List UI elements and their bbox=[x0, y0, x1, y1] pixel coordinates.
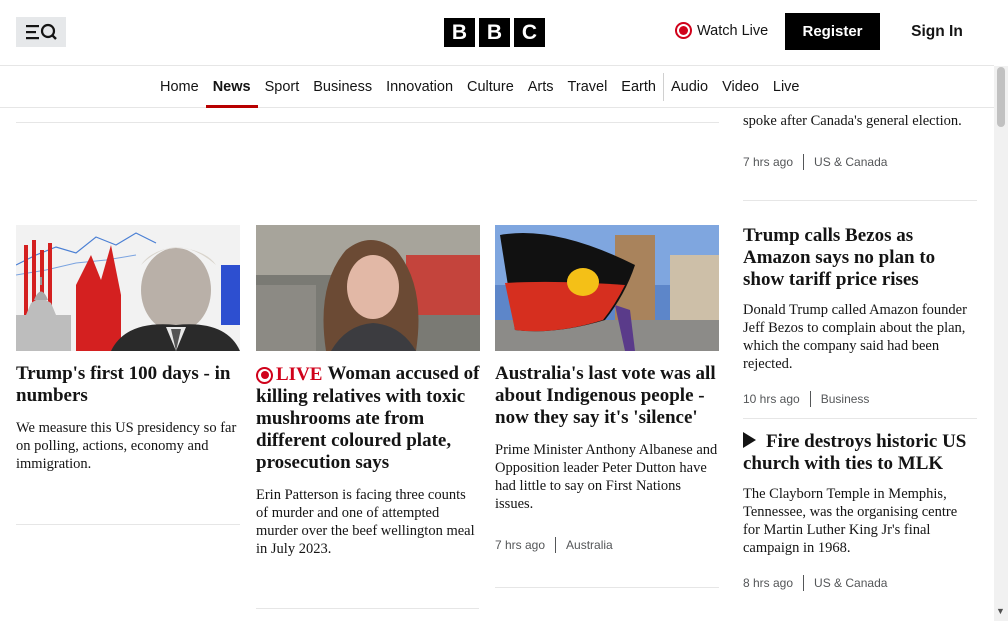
bbc-logo[interactable]: B B C bbox=[444, 18, 545, 47]
divider bbox=[743, 200, 977, 201]
nav-item-business[interactable]: Business bbox=[306, 66, 379, 108]
divider bbox=[743, 418, 977, 419]
live-badge: LIVE bbox=[256, 364, 322, 386]
divider bbox=[256, 608, 479, 609]
story-headline-text: Fire destroys historic US church with ti… bbox=[743, 431, 967, 474]
story-meta: 8 hrs ago US & Canada bbox=[743, 575, 977, 591]
story-section-link[interactable]: Australia bbox=[566, 538, 613, 552]
story-image-erin-patterson[interactable] bbox=[256, 225, 480, 351]
nav-item-earth[interactable]: Earth bbox=[614, 66, 663, 108]
scrollbar-thumb[interactable] bbox=[997, 67, 1005, 127]
story-meta: 7 hrs ago US & Canada bbox=[743, 154, 977, 170]
story-timestamp: 10 hrs ago bbox=[743, 392, 800, 406]
story-item[interactable]: spoke after Canada's general election. 7… bbox=[743, 112, 977, 170]
site-header: B B C Watch Live Register Sign In bbox=[0, 0, 994, 66]
story-section-link[interactable]: US & Canada bbox=[814, 576, 887, 590]
nav-item-video[interactable]: Video bbox=[715, 66, 766, 108]
play-icon bbox=[743, 432, 756, 448]
live-label: LIVE bbox=[276, 364, 323, 385]
nav-item-news[interactable]: News bbox=[205, 66, 258, 108]
story-card[interactable]: LIVE Woman accused of killing relatives w… bbox=[256, 225, 480, 558]
menu-search-icon bbox=[26, 23, 57, 40]
divider bbox=[495, 587, 719, 588]
register-button[interactable]: Register bbox=[785, 13, 880, 50]
story-timestamp: 7 hrs ago bbox=[495, 538, 546, 552]
story-card[interactable]: Trump's first 100 days - in numbers We m… bbox=[16, 225, 240, 473]
story-item[interactable]: Trump calls Bezos as Amazon says no plan… bbox=[743, 225, 977, 407]
live-icon bbox=[256, 366, 273, 384]
scroll-down-arrow-icon[interactable]: ▼ bbox=[996, 606, 1005, 616]
story-summary: Prime Minister Anthony Albanese and Oppo… bbox=[495, 442, 718, 512]
story-headline[interactable]: LIVE Woman accused of killing relatives w… bbox=[256, 363, 480, 474]
divider bbox=[16, 122, 719, 123]
story-summary: Erin Patterson is facing three counts of… bbox=[256, 487, 475, 557]
story-timestamp: 7 hrs ago bbox=[743, 155, 794, 169]
page-scrollbar[interactable] bbox=[994, 66, 1008, 621]
story-summary: Donald Trump called Amazon founder Jeff … bbox=[743, 302, 967, 372]
story-headline[interactable]: Trump calls Bezos as Amazon says no plan… bbox=[743, 225, 977, 291]
meta-separator bbox=[555, 537, 557, 553]
watch-live-label: Watch Live bbox=[697, 22, 769, 39]
nav-item-audio[interactable]: Audio bbox=[664, 66, 715, 108]
story-summary: spoke after Canada's general election. bbox=[743, 113, 962, 129]
story-headline[interactable]: Fire destroys historic US church with ti… bbox=[743, 431, 977, 475]
story-item[interactable]: Fire destroys historic US church with ti… bbox=[743, 431, 977, 591]
menu-search-button[interactable] bbox=[16, 17, 66, 47]
meta-separator bbox=[803, 154, 805, 170]
story-card[interactable]: Australia's last vote was all about Indi… bbox=[495, 225, 719, 553]
logo-letter: B bbox=[444, 18, 475, 47]
story-image-trump[interactable] bbox=[16, 225, 240, 351]
sign-in-button[interactable]: Sign In bbox=[896, 13, 978, 50]
meta-separator bbox=[809, 391, 811, 407]
story-timestamp: 8 hrs ago bbox=[743, 576, 794, 590]
logo-letter: C bbox=[514, 18, 545, 47]
logo-letter: B bbox=[479, 18, 510, 47]
story-image-aboriginal-flag[interactable] bbox=[495, 225, 719, 351]
story-section-link[interactable]: Business bbox=[821, 392, 870, 406]
nav-item-travel[interactable]: Travel bbox=[561, 66, 615, 108]
nav-item-culture[interactable]: Culture bbox=[460, 66, 521, 108]
story-meta: 7 hrs ago Australia bbox=[495, 537, 719, 553]
meta-separator bbox=[803, 575, 805, 591]
story-section-link[interactable]: US & Canada bbox=[814, 155, 887, 169]
nav-item-arts[interactable]: Arts bbox=[521, 66, 561, 108]
divider bbox=[16, 524, 240, 525]
watch-live-link[interactable]: Watch Live bbox=[675, 22, 768, 39]
nav-item-sport[interactable]: Sport bbox=[258, 66, 307, 108]
nav-item-innovation[interactable]: Innovation bbox=[379, 66, 460, 108]
main-nav: Home News Sport Business Innovation Cult… bbox=[0, 66, 994, 108]
story-headline[interactable]: Trump's first 100 days - in numbers bbox=[16, 363, 240, 407]
story-summary: The Clayborn Temple in Memphis, Tennesse… bbox=[743, 486, 958, 556]
story-headline[interactable]: Australia's last vote was all about Indi… bbox=[495, 363, 719, 429]
nav-item-live[interactable]: Live bbox=[766, 66, 807, 108]
story-summary: We measure this US presidency so far on … bbox=[16, 420, 237, 472]
story-meta: 10 hrs ago Business bbox=[743, 391, 977, 407]
nav-item-home[interactable]: Home bbox=[153, 66, 206, 108]
live-icon bbox=[675, 22, 692, 39]
